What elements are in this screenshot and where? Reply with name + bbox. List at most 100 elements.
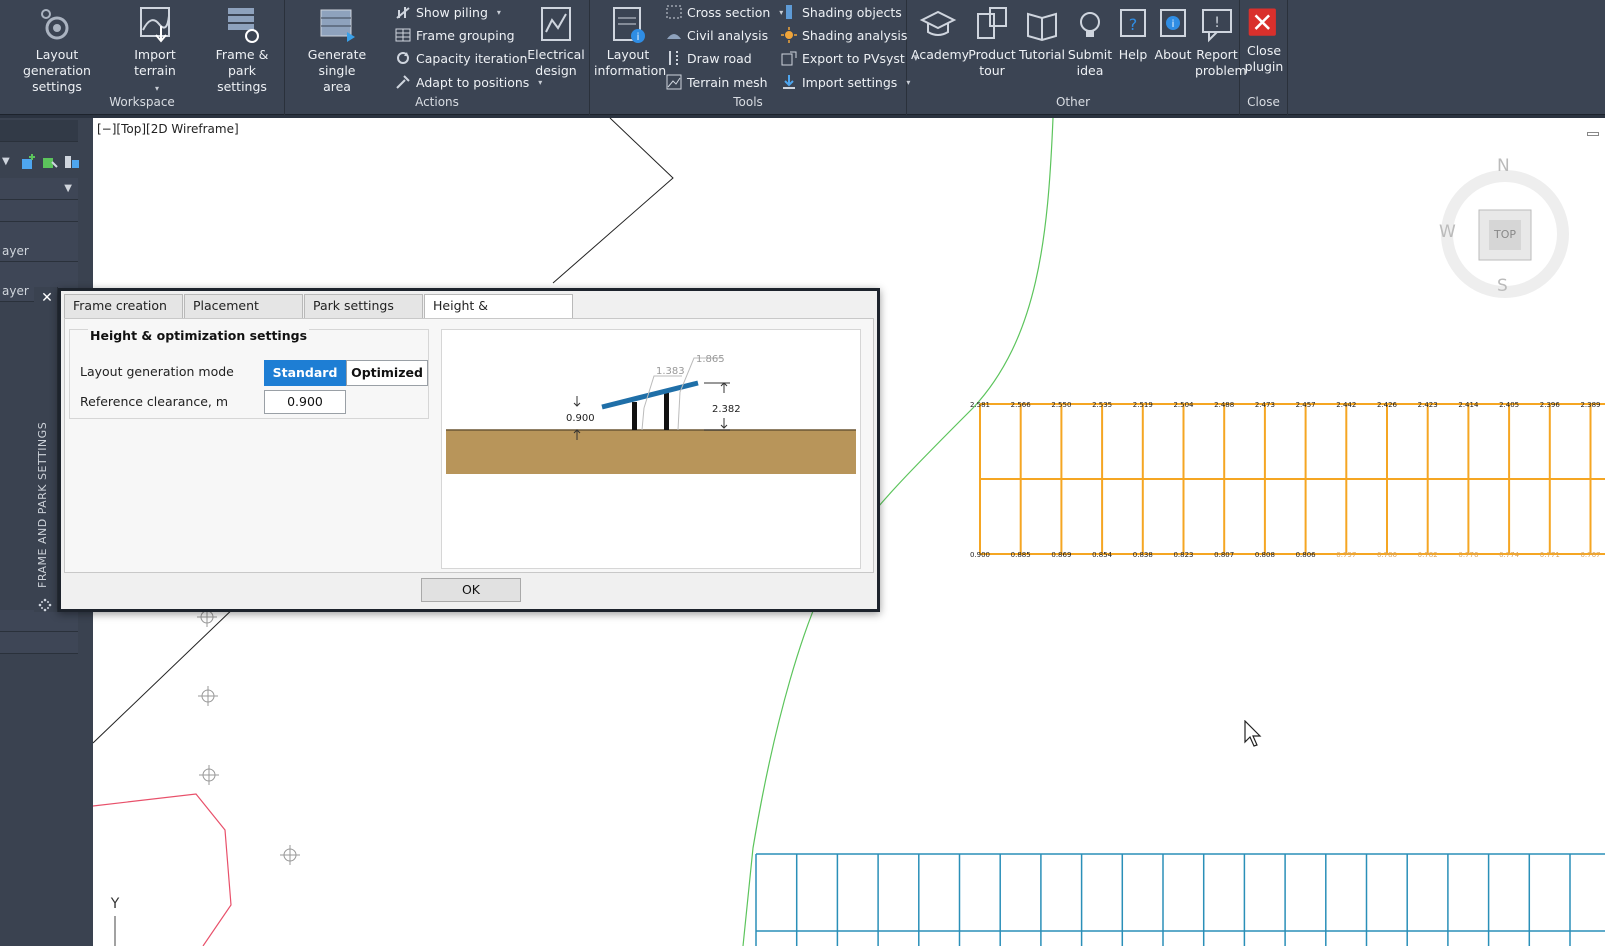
layer-settings-icon[interactable] [42, 154, 58, 170]
electrical-icon [541, 7, 571, 41]
mode-toggle: Standard Optimized [264, 360, 428, 386]
layer-list-icon[interactable] [64, 154, 80, 170]
top-height-label: 2.426 [1377, 401, 1398, 409]
group-close: Close plugin Close [1240, 0, 1288, 115]
viewcube-top-face[interactable]: TOP [1489, 228, 1521, 241]
report-problem-button[interactable]: ! Report problem [1195, 6, 1247, 79]
civil-analysis-button[interactable]: Civil analysis [666, 24, 768, 46]
tab-placement-setup[interactable]: Placement setup [184, 294, 303, 335]
boundary-line [93, 603, 239, 744]
bottom-height-label: 0.776 [1458, 551, 1479, 559]
svg-text:?: ? [1129, 15, 1138, 34]
compass-north[interactable]: N [1497, 156, 1510, 176]
section-title: Height & optimization settings [88, 328, 310, 343]
svg-text:i: i [1172, 19, 1175, 30]
frame-park-settings-button[interactable]: Frame & park settings [200, 6, 284, 95]
layout-information-button[interactable]: i Layout information [594, 6, 666, 79]
top-height-label: 2.550 [1051, 401, 1071, 409]
group-tools: i Layout information Cross section ▾ Civi… [590, 0, 918, 115]
bottom-height-label: 0.869 [1051, 551, 1071, 559]
about-button[interactable]: i About [1151, 6, 1195, 63]
submit-idea-button[interactable]: Submit idea [1065, 6, 1115, 79]
bottom-height-label: 0.808 [1255, 551, 1275, 559]
gear-icon [41, 9, 69, 40]
layout-generation-settings-button[interactable]: Layout generation settings [4, 6, 110, 95]
dialog-footer: OK [64, 573, 874, 606]
dialog-tabs: Frame creation Placement setup Park sett… [64, 294, 574, 335]
boundary-line [552, 118, 674, 284]
ucs-axis-y-label: Y [110, 896, 120, 912]
dropdown-arrow-icon[interactable]: ▼ [2, 156, 10, 167]
import-settings-button[interactable]: Import settings ▾ [781, 71, 910, 93]
group-title-actions: Actions [415, 95, 459, 109]
tab-frame-creation[interactable]: Frame creation [64, 294, 183, 318]
electrical-design-button[interactable]: Electrical design [525, 6, 587, 79]
civil-icon [667, 34, 681, 39]
tab-park-settings[interactable]: Park settings [304, 294, 423, 318]
top-height-label: 2.457 [1296, 401, 1316, 409]
survey-markers [197, 607, 300, 865]
tab-content: Height & optimization settings Layout ge… [64, 318, 874, 573]
bottom-height-label: 0.838 [1133, 551, 1153, 559]
academy-button[interactable]: Academy [911, 6, 969, 63]
left-panel-row[interactable] [0, 632, 78, 654]
mode-optimized-button[interactable]: Optimized [346, 360, 428, 386]
site-boundary [93, 793, 232, 946]
import-terrain-button[interactable]: Import terrain ▾ [114, 6, 196, 97]
top-height-label: 2.405 [1499, 401, 1519, 409]
left-panel-header [0, 120, 78, 142]
clearance-input[interactable]: 0.900 [264, 390, 346, 414]
export-pvsyst-button[interactable]: Export to PVsyst ▾ [781, 47, 918, 69]
adapt-icon [396, 75, 410, 89]
frame-park-vertical-label: FRAME AND PARK SETTINGS [36, 421, 49, 588]
export-icon [781, 51, 797, 66]
ok-button[interactable]: OK [421, 578, 521, 602]
left-panel-row[interactable] [0, 200, 78, 222]
cross-section-button[interactable]: Cross section ▾ [666, 1, 783, 23]
ground [446, 430, 856, 474]
terrain-mesh-button[interactable]: Terrain mesh [666, 71, 768, 93]
compass-south[interactable]: S [1497, 276, 1508, 296]
svg-text:i: i [637, 32, 640, 43]
help-button[interactable]: ? Help [1113, 6, 1153, 63]
new-layer-icon[interactable] [20, 154, 36, 170]
top-height-label: 2.423 [1418, 401, 1438, 409]
draw-road-button[interactable]: Draw road [666, 47, 752, 69]
bottom-height-label: 0.885 [1011, 551, 1031, 559]
generate-area-icon [320, 9, 355, 42]
top-height-label: 2.566 [1011, 401, 1032, 409]
left-panel-dropdown[interactable]: ▼ [0, 178, 78, 200]
bottom-height-label: 0.782 [1418, 551, 1438, 559]
shading-objects-button[interactable]: Shading objects [781, 1, 902, 23]
help-icon: ? [1120, 9, 1146, 37]
product-tour-button[interactable]: Product tour [967, 6, 1017, 79]
group-title-close: Close [1247, 95, 1280, 109]
compass-west[interactable]: W [1439, 222, 1456, 242]
frame-grouping-button[interactable]: Frame grouping [395, 24, 515, 46]
adapt-to-positions-button[interactable]: Adapt to positions ▾ [395, 71, 542, 93]
move-handle-icon[interactable] [38, 598, 52, 612]
group-actions: Generate single area Show piling ▾ Frame … [285, 0, 590, 115]
tab-height-optimization[interactable]: Height & Optimization [424, 294, 573, 335]
group-title-other: Other [1055, 95, 1091, 109]
bottom-height-label: 0.806 [1296, 551, 1317, 559]
close-plugin-button[interactable]: Close plugin [1242, 6, 1286, 75]
pile-left [632, 402, 637, 430]
tutorial-button[interactable]: Tutorial [1017, 6, 1067, 63]
info-icon: i [1160, 9, 1186, 37]
mode-standard-button[interactable]: Standard [264, 360, 346, 386]
frame-grid-gear-icon [228, 8, 259, 43]
shading-objects-icon [786, 5, 792, 19]
viewcube[interactable]: N W S TOP [1435, 156, 1575, 304]
dim-left-label: 1.383 [656, 366, 685, 377]
shading-analysis-button[interactable]: Shading analysis [781, 24, 907, 46]
generate-single-area-button[interactable]: Generate single area [291, 6, 383, 95]
capacity-iteration-button[interactable]: Capacity iteration [395, 47, 527, 69]
left-panel-row[interactable] [0, 610, 78, 632]
download-icon [783, 75, 795, 89]
pv-block-grid [755, 853, 1605, 946]
panel-close-icon[interactable]: ✕ [38, 289, 56, 307]
left-panel-row[interactable]: ayer [0, 240, 78, 262]
show-piling-button[interactable]: Show piling ▾ [395, 1, 501, 23]
top-height-label: 2.581 [970, 401, 990, 409]
